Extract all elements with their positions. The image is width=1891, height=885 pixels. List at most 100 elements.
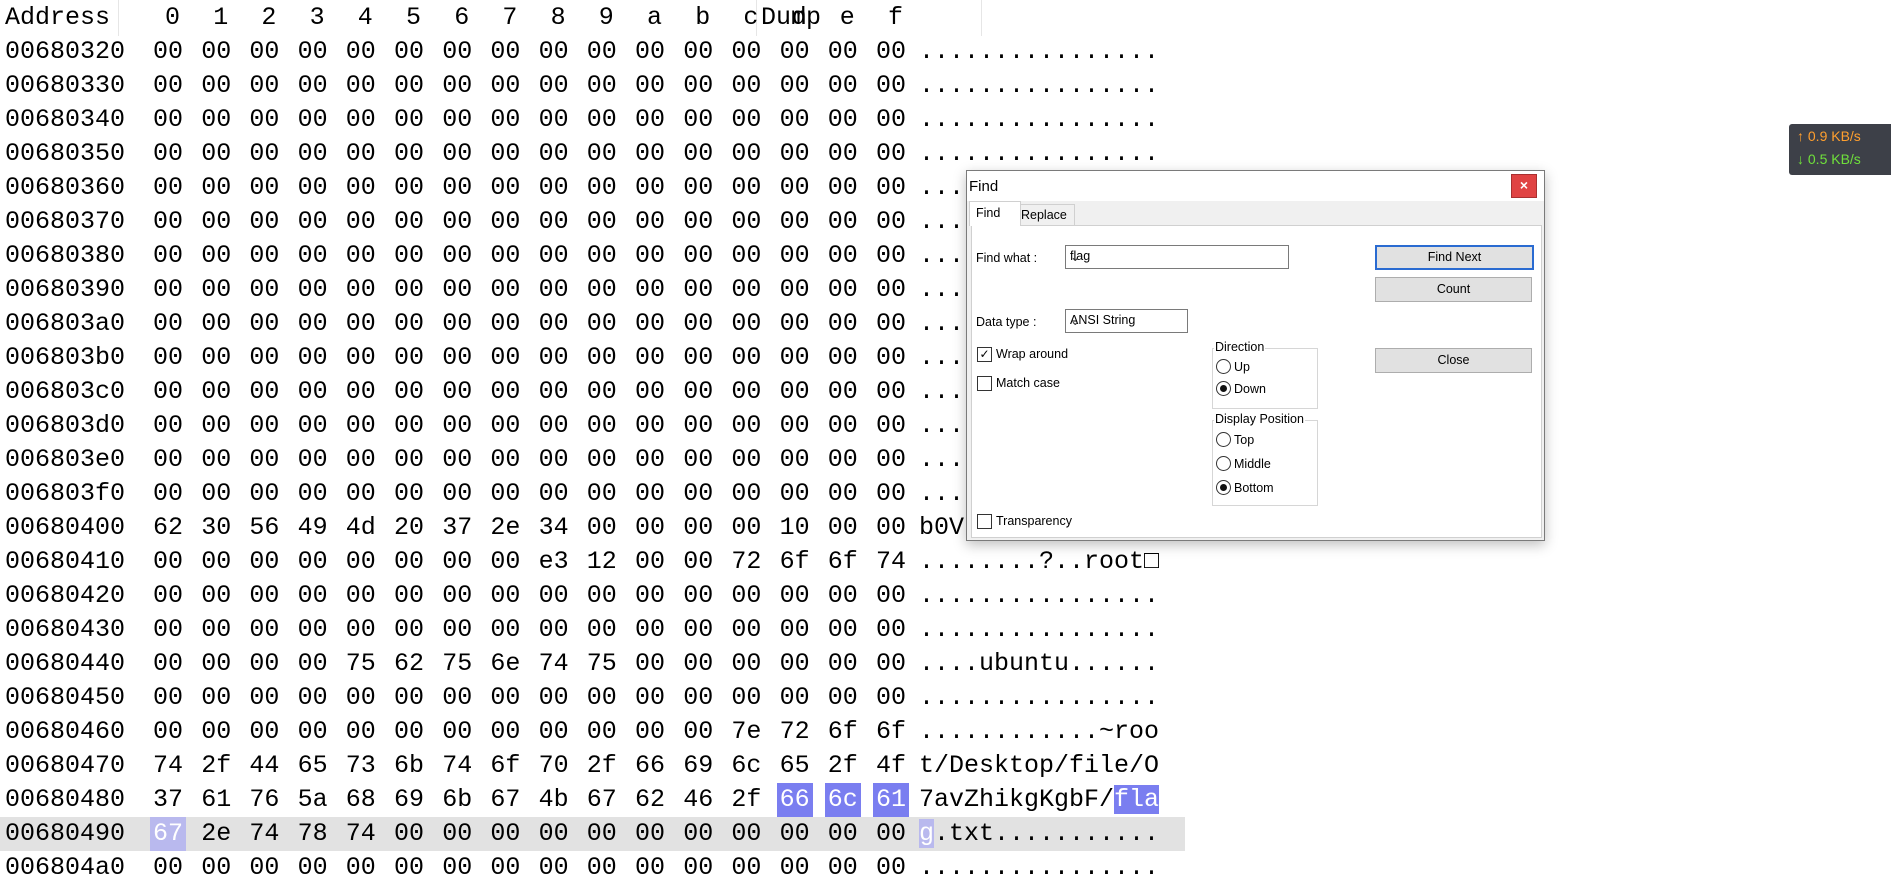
hex-byte[interactable]: 00 xyxy=(343,35,379,69)
hex-byte[interactable]: 2e xyxy=(198,817,234,851)
hex-byte[interactable]: 00 xyxy=(728,35,764,69)
hex-byte[interactable]: 66 xyxy=(776,783,813,817)
hex-byte[interactable]: 00 xyxy=(439,341,475,375)
hex-byte[interactable]: 00 xyxy=(873,341,909,375)
hex-byte[interactable]: 00 xyxy=(439,375,475,409)
row-dump[interactable]: ... xyxy=(919,375,964,409)
hex-byte[interactable]: 74 xyxy=(246,817,282,851)
hex-byte[interactable]: 00 xyxy=(632,579,668,613)
hex-byte[interactable]: 00 xyxy=(391,443,427,477)
hex-byte[interactable]: 00 xyxy=(680,307,716,341)
hex-byte[interactable]: 62 xyxy=(150,511,186,545)
match-case-checkbox[interactable] xyxy=(977,376,992,391)
hex-byte[interactable]: 00 xyxy=(632,375,668,409)
hex-byte[interactable]: 00 xyxy=(777,817,813,851)
hex-byte[interactable]: 00 xyxy=(584,341,620,375)
hex-byte[interactable]: 00 xyxy=(680,273,716,307)
tab-replace[interactable]: Replace xyxy=(1014,204,1075,225)
hex-byte[interactable]: 00 xyxy=(777,171,813,205)
hex-byte[interactable]: 00 xyxy=(825,613,861,647)
hex-byte[interactable]: 4d xyxy=(343,511,379,545)
hex-byte[interactable]: 00 xyxy=(487,307,523,341)
hex-byte[interactable]: 00 xyxy=(632,273,668,307)
hex-row[interactable]: 00680410 00 00 00 00 00 00 00 00 e3 12 00 00 72 6f 6f 74… xyxy=(0,545,1185,579)
hex-byte[interactable]: 00 xyxy=(536,715,572,749)
hex-byte[interactable]: 00 xyxy=(246,239,282,273)
hex-byte[interactable]: 00 xyxy=(150,239,186,273)
hex-byte[interactable]: 00 xyxy=(728,171,764,205)
hex-byte[interactable]: 00 xyxy=(487,817,523,851)
hex-byte[interactable]: 00 xyxy=(198,409,234,443)
hex-byte[interactable]: 00 xyxy=(536,103,572,137)
hex-byte[interactable]: 00 xyxy=(487,579,523,613)
hex-byte[interactable]: 6f xyxy=(487,749,523,783)
hex-byte[interactable]: 00 xyxy=(343,103,379,137)
hex-byte[interactable]: 2f xyxy=(728,783,764,817)
hex-byte[interactable]: 00 xyxy=(584,715,620,749)
hex-byte[interactable]: 6f xyxy=(825,545,861,579)
hex-byte[interactable]: 00 xyxy=(391,681,427,715)
hex-byte[interactable]: 00 xyxy=(150,307,186,341)
row-dump[interactable]: ... xyxy=(919,171,964,205)
hex-byte[interactable]: 00 xyxy=(150,579,186,613)
hex-byte[interactable]: 00 xyxy=(246,375,282,409)
hex-byte[interactable]: 00 xyxy=(198,545,234,579)
hex-byte[interactable]: 00 xyxy=(295,477,331,511)
hex-byte[interactable]: 00 xyxy=(728,681,764,715)
hex-byte[interactable]: 00 xyxy=(777,409,813,443)
hex-byte[interactable]: 00 xyxy=(246,715,282,749)
hex-byte[interactable]: 49 xyxy=(295,511,331,545)
hex-row[interactable]: 00680340 00 00 00 00 00 00 00 00 00 00 00 00 00 00 00 00… xyxy=(0,103,1185,137)
row-dump[interactable]: ................ xyxy=(919,681,1159,715)
hex-byte[interactable]: e3 xyxy=(536,545,572,579)
hex-byte[interactable]: 00 xyxy=(825,477,861,511)
hex-byte[interactable]: 00 xyxy=(777,375,813,409)
hex-byte[interactable]: 00 xyxy=(584,511,620,545)
hex-byte[interactable]: 00 xyxy=(632,103,668,137)
hex-byte[interactable]: 00 xyxy=(584,477,620,511)
hex-byte[interactable]: 00 xyxy=(825,171,861,205)
row-dump[interactable]: ................ xyxy=(919,35,1159,69)
hex-byte[interactable]: 00 xyxy=(728,477,764,511)
hex-byte[interactable]: 00 xyxy=(150,137,186,171)
hex-byte[interactable]: 00 xyxy=(439,477,475,511)
hex-byte[interactable]: 00 xyxy=(536,477,572,511)
hex-row[interactable]: 00680460 00 00 00 00 00 00 00 00 00 00 00 00 7e 72 6f 6f… xyxy=(0,715,1185,749)
close-icon[interactable]: × xyxy=(1511,174,1537,198)
hex-byte[interactable]: 61 xyxy=(873,783,910,817)
hex-byte[interactable]: 00 xyxy=(632,443,668,477)
hex-byte[interactable]: 00 xyxy=(246,103,282,137)
hex-byte[interactable]: 00 xyxy=(150,715,186,749)
wrap-around-label[interactable]: Wrap around xyxy=(996,347,1068,361)
row-dump[interactable]: ... xyxy=(919,307,964,341)
hex-byte[interactable]: 00 xyxy=(343,171,379,205)
hex-byte[interactable]: 00 xyxy=(246,647,282,681)
hex-byte[interactable]: 00 xyxy=(150,205,186,239)
hex-byte[interactable]: 00 xyxy=(198,613,234,647)
hex-byte[interactable]: 00 xyxy=(343,205,379,239)
hex-byte[interactable]: 00 xyxy=(487,239,523,273)
hex-byte[interactable]: 6b xyxy=(439,783,475,817)
hex-byte[interactable]: 00 xyxy=(825,409,861,443)
hex-byte[interactable]: 00 xyxy=(777,273,813,307)
hex-byte[interactable]: 00 xyxy=(391,375,427,409)
hex-byte[interactable]: 00 xyxy=(150,681,186,715)
hex-byte[interactable]: 00 xyxy=(295,307,331,341)
transparency-checkbox[interactable] xyxy=(977,514,992,529)
row-dump[interactable]: ... xyxy=(919,443,964,477)
hex-byte[interactable]: 00 xyxy=(728,443,764,477)
hex-byte[interactable]: 00 xyxy=(295,273,331,307)
hex-byte[interactable]: 00 xyxy=(632,647,668,681)
hex-byte[interactable]: 00 xyxy=(439,273,475,307)
hex-byte[interactable]: 00 xyxy=(150,477,186,511)
hex-byte[interactable]: 00 xyxy=(584,307,620,341)
hex-byte[interactable]: 00 xyxy=(873,375,909,409)
match-case-label[interactable]: Match case xyxy=(996,376,1060,390)
hex-byte[interactable]: 66 xyxy=(632,749,668,783)
hex-byte[interactable]: 00 xyxy=(680,443,716,477)
hex-byte[interactable]: 00 xyxy=(439,545,475,579)
hex-byte[interactable]: 00 xyxy=(295,239,331,273)
hex-byte[interactable]: 00 xyxy=(777,205,813,239)
hex-byte[interactable]: 00 xyxy=(343,613,379,647)
hex-byte[interactable]: 00 xyxy=(150,103,186,137)
